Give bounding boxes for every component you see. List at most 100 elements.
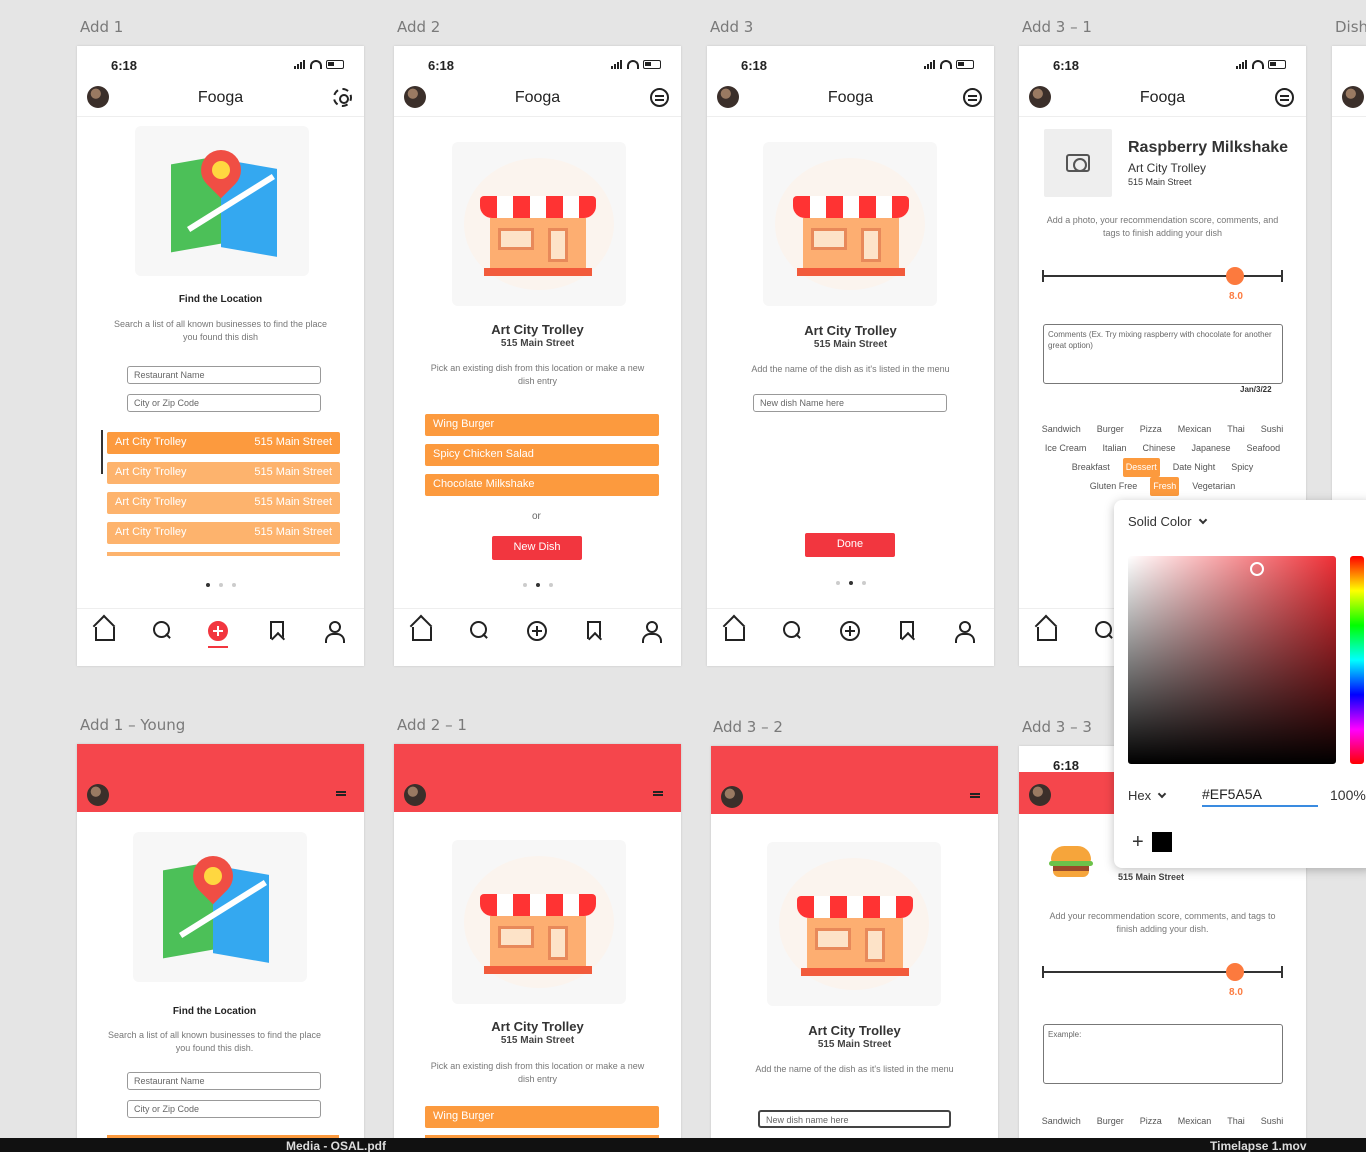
result-row[interactable]: Art City Trolley 515 Main Street <box>107 432 340 454</box>
gear-icon[interactable] <box>333 88 352 107</box>
wifi-icon <box>1252 60 1264 69</box>
avatar[interactable] <box>721 786 743 808</box>
dish-option[interactable]: Wing Burger <box>425 414 659 436</box>
tag[interactable]: Chinese <box>1139 439 1178 458</box>
avatar[interactable] <box>1342 86 1364 108</box>
slider-knob[interactable] <box>1226 267 1244 285</box>
tag[interactable]: Ice Cream <box>1042 439 1090 458</box>
phone-add2[interactable]: 6:18 Fooga Art City Trolley 515 Main Str… <box>394 46 681 666</box>
example-input[interactable]: Example: <box>1043 1024 1283 1084</box>
tag[interactable]: Pizza <box>1137 420 1165 439</box>
phone-add1[interactable]: 6:18 Fooga Find the Location Search a li… <box>77 46 364 666</box>
dish-option[interactable]: Chocolate Milkshake <box>425 474 659 496</box>
city-zip-input[interactable]: City or Zip Code <box>127 394 321 412</box>
taskbar-item-video[interactable]: Timelapse 1.mov <box>1210 1139 1307 1152</box>
opacity-input[interactable]: 100% <box>1330 787 1366 803</box>
search-icon[interactable] <box>469 621 489 641</box>
search-icon[interactable] <box>152 621 172 641</box>
color-format-dropdown[interactable]: Hex <box>1128 788 1167 803</box>
message-icon[interactable] <box>963 88 982 107</box>
slider-knob[interactable] <box>1226 963 1244 981</box>
dish-name-input[interactable]: New dish Name here <box>753 394 947 412</box>
store-icon <box>797 896 913 980</box>
result-row[interactable]: Art City Trolley 515 Main Street <box>107 522 340 544</box>
tag-selected[interactable]: Fresh <box>1150 477 1180 496</box>
score-slider[interactable] <box>1043 275 1283 277</box>
result-name: Art City Trolley <box>115 526 187 538</box>
home-icon[interactable] <box>412 627 432 641</box>
color-swatch[interactable] <box>1152 832 1172 852</box>
menu-icon[interactable] <box>653 791 663 796</box>
tag[interactable]: Sandwich <box>1039 1112 1084 1131</box>
hex-input[interactable]: #EF5A5A <box>1202 786 1318 807</box>
user-icon[interactable] <box>641 621 662 643</box>
comments-input[interactable]: Comments (Ex. Try mixing raspberry with … <box>1043 324 1283 384</box>
home-icon[interactable] <box>725 627 745 641</box>
dish-option[interactable]: Spicy Chicken Salad <box>425 444 659 466</box>
user-icon[interactable] <box>954 621 975 643</box>
dish-option[interactable]: Wing Burger <box>425 1106 659 1128</box>
bookmark-icon[interactable] <box>587 621 601 639</box>
dish-name-input[interactable]: New dish name here <box>758 1110 951 1128</box>
avatar[interactable] <box>404 784 426 806</box>
phone-add3-2[interactable]: Art City Trolley 515 Main Street Add the… <box>711 746 998 1146</box>
tag[interactable]: Mexican <box>1175 1112 1215 1131</box>
tag[interactable]: Spicy <box>1228 458 1256 477</box>
tag[interactable]: Mexican <box>1175 420 1215 439</box>
avatar[interactable] <box>1029 784 1051 806</box>
tag[interactable]: Pizza <box>1137 1112 1165 1131</box>
city-zip-input[interactable]: City or Zip Code <box>127 1100 321 1118</box>
home-icon[interactable] <box>95 627 115 641</box>
tag[interactable]: Breakfast <box>1069 458 1113 477</box>
tag[interactable]: Vegetarian <box>1189 477 1238 496</box>
menu-icon[interactable] <box>336 791 346 796</box>
tag[interactable]: Burger <box>1094 420 1127 439</box>
add-icon[interactable] <box>527 621 547 641</box>
result-row[interactable]: Art City Trolley 515 Main Street <box>107 492 340 514</box>
saturation-area[interactable] <box>1128 556 1336 764</box>
tag[interactable]: Burger <box>1094 1112 1127 1131</box>
message-icon[interactable] <box>1275 88 1294 107</box>
tag-selected[interactable]: Dessert <box>1122 458 1160 477</box>
message-icon[interactable] <box>650 88 669 107</box>
restaurant-name-input[interactable]: Restaurant Name <box>127 1072 321 1090</box>
phone-add2-1[interactable]: Art City Trolley 515 Main Street Pick an… <box>394 744 681 1144</box>
phone-add1-young[interactable]: Find the Location Search a list of all k… <box>77 744 364 1144</box>
business-name: Art City Trolley <box>491 1019 584 1034</box>
color-handle[interactable] <box>1250 562 1264 576</box>
search-icon[interactable] <box>782 621 802 641</box>
bookmark-icon[interactable] <box>270 621 284 639</box>
store-icon <box>793 196 909 280</box>
menu-icon[interactable] <box>970 793 980 798</box>
tag[interactable]: Sushi <box>1258 420 1287 439</box>
fill-mode-label: Solid Color <box>1128 514 1192 529</box>
add-icon[interactable] <box>208 621 228 641</box>
color-picker-panel[interactable]: Solid Color Hex #EF5A5A 100% + <box>1114 500 1366 868</box>
home-icon[interactable] <box>1037 627 1057 641</box>
tag[interactable]: Sushi <box>1258 1112 1287 1131</box>
avatar[interactable] <box>87 784 109 806</box>
tag[interactable]: Date Night <box>1170 458 1219 477</box>
tag[interactable]: Gluten Free <box>1087 477 1141 496</box>
done-button[interactable]: Done <box>805 533 895 557</box>
fill-mode-dropdown[interactable]: Solid Color <box>1128 514 1207 529</box>
add-swatch-button[interactable]: + <box>1132 832 1144 852</box>
taskbar-item-pdf[interactable]: Media - OSAL.pdf <box>286 1139 386 1152</box>
header-bar <box>711 746 998 814</box>
score-slider[interactable] <box>1043 971 1283 973</box>
result-row[interactable]: Art City Trolley 515 Main Street <box>107 462 340 484</box>
tag[interactable]: Thai <box>1224 420 1248 439</box>
tag[interactable]: Japanese <box>1189 439 1234 458</box>
bookmark-icon[interactable] <box>900 621 914 639</box>
restaurant-name-input[interactable]: Restaurant Name <box>127 366 321 384</box>
tag[interactable]: Thai <box>1224 1112 1248 1131</box>
tag[interactable]: Italian <box>1099 439 1129 458</box>
search-icon[interactable] <box>1094 621 1114 641</box>
add-icon[interactable] <box>840 621 860 641</box>
tag[interactable]: Sandwich <box>1039 420 1084 439</box>
phone-add3[interactable]: 6:18 Fooga Art City Trolley 515 Main Str… <box>707 46 994 666</box>
tag[interactable]: Seafood <box>1244 439 1284 458</box>
hue-slider[interactable] <box>1350 556 1364 764</box>
user-icon[interactable] <box>324 621 345 643</box>
new-dish-button[interactable]: New Dish <box>492 536 582 560</box>
